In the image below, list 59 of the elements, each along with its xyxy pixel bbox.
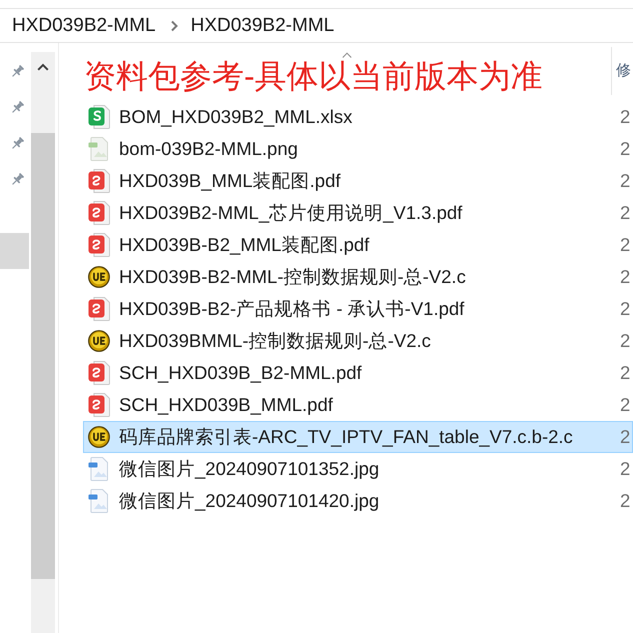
file-row[interactable]: bom-039B2-MML.png 2 xyxy=(83,133,633,165)
file-name: HXD039B_MML装配图.pdf xyxy=(119,169,341,193)
file-name: 微信图片_20240907101352.jpg xyxy=(119,457,380,481)
file-row[interactable]: 微信图片_20240907101420.jpg 2 xyxy=(83,485,633,517)
file-row[interactable]: HXD039BMML-控制数据规则-总-V2.c 2 xyxy=(83,325,633,357)
modified-date: 2 xyxy=(619,169,632,193)
file-row[interactable]: SCH_HXD039B_B2-MML.pdf 2 xyxy=(83,357,633,389)
modified-date: 2 xyxy=(619,233,632,257)
pdf-file-icon xyxy=(88,361,110,385)
file-name: HXD039BMML-控制数据规则-总-V2.c xyxy=(119,329,431,353)
modified-date: 2 xyxy=(619,137,632,161)
column-header[interactable]: 修 xyxy=(616,61,631,81)
image-file-icon xyxy=(88,137,110,161)
pdf-file-icon xyxy=(88,169,110,193)
file-name: HXD039B2-MML_芯片使用说明_V1.3.pdf xyxy=(119,201,462,225)
modified-date: 2 xyxy=(619,489,632,513)
file-name: SCH_HXD039B_MML.pdf xyxy=(119,393,333,417)
breadcrumb-link[interactable]: HXD039B2-MML xyxy=(190,14,334,38)
file-name: HXD039B-B2-产品规格书 - 承认书-V1.pdf xyxy=(119,297,464,321)
file-name: 微信图片_20240907101420.jpg xyxy=(119,489,380,513)
pdf-file-icon xyxy=(88,233,110,257)
modified-date: 2 xyxy=(619,265,632,289)
file-row[interactable]: HXD039B2-MML_芯片使用说明_V1.3.pdf 2 xyxy=(83,197,633,229)
modified-date: 2 xyxy=(619,297,632,321)
emblem-file-icon xyxy=(88,265,110,289)
emblem-file-icon xyxy=(88,425,110,449)
modified-date: 2 xyxy=(619,105,632,129)
file-row[interactable]: HXD039B-B2-MML-控制数据规则-总-V2.c 2 xyxy=(83,261,633,293)
file-name: BOM_HXD039B2_MML.xlsx xyxy=(119,105,352,129)
modified-date: 2 xyxy=(619,329,632,353)
modified-date: 2 xyxy=(619,201,632,225)
file-name: HXD039B-B2_MML装配图.pdf xyxy=(119,233,370,257)
file-row[interactable]: HXD039B-B2-产品规格书 - 承认书-V1.pdf 2 xyxy=(83,293,633,325)
file-row[interactable]: HXD039B-B2_MML装配图.pdf 2 xyxy=(83,229,633,261)
chevron-right-icon xyxy=(170,20,178,32)
modified-date: 2 xyxy=(619,457,632,481)
file-name: bom-039B2-MML.png xyxy=(119,137,298,161)
file-row[interactable]: 码库品牌索引表-ARC_TV_IPTV_FAN_table_V7.c.b-2.c 2 xyxy=(83,421,633,453)
breadcrumb-link[interactable]: HXD039B2-MML xyxy=(12,14,156,38)
pdf-file-icon xyxy=(88,297,110,321)
file-row[interactable]: BOM_HXD039B2_MML.xlsx 2 xyxy=(83,101,633,133)
file-row[interactable]: 微信图片_20240907101352.jpg 2 xyxy=(83,453,633,485)
scrollbar-thumb[interactable] xyxy=(31,133,55,579)
image-file-icon xyxy=(88,489,110,513)
modified-date: 2 xyxy=(619,393,632,417)
emblem-file-icon xyxy=(88,329,110,353)
file-row[interactable]: HXD039B_MML装配图.pdf 2 xyxy=(83,165,633,197)
chevron-up-icon xyxy=(37,63,49,71)
modified-date: 2 xyxy=(619,361,632,385)
file-row[interactable]: SCH_HXD039B_MML.pdf 2 xyxy=(83,389,633,421)
annotation-text: 资料包参考-具体以当前版本为准 xyxy=(84,57,543,96)
file-name: 码库品牌索引表-ARC_TV_IPTV_FAN_table_V7.c.b-2.c xyxy=(119,425,573,449)
pdf-file-icon xyxy=(88,201,110,225)
spreadsheet-file-icon xyxy=(88,105,110,129)
modified-date: 2 xyxy=(619,425,632,449)
file-name: HXD039B-B2-MML-控制数据规则-总-V2.c xyxy=(119,265,466,289)
file-name: SCH_HXD039B_B2-MML.pdf xyxy=(119,361,362,385)
image-file-icon xyxy=(88,457,110,481)
pdf-file-icon xyxy=(88,393,110,417)
